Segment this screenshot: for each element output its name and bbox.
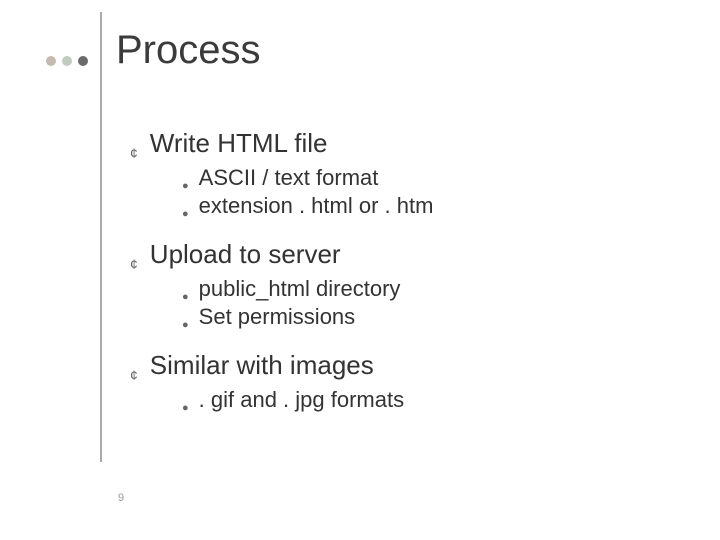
disc-bullet-icon: ● — [182, 209, 189, 220]
disc-bullet-icon: ● — [182, 320, 189, 331]
disc-bullet-icon: ● — [182, 181, 189, 192]
bullet-text: extension . html or . htm — [199, 193, 434, 219]
bullet-text: Similar with images — [150, 350, 374, 381]
dot-icon — [62, 56, 72, 66]
bullet-level1: ¢ Upload to server — [130, 239, 650, 270]
bullet-level2: ● Set permissions — [182, 304, 650, 330]
slide-title: Process — [116, 28, 261, 73]
bullet-group: ¢ Similar with images ● . gif and . jpg … — [130, 350, 650, 413]
bullet-level2: ● public_html directory — [182, 276, 650, 302]
ring-bullet-icon: ¢ — [130, 146, 138, 160]
dot-icon — [78, 56, 88, 66]
ring-bullet-icon: ¢ — [130, 368, 138, 382]
disc-bullet-icon: ● — [182, 403, 189, 414]
bullet-text: public_html directory — [199, 276, 401, 302]
vertical-divider — [100, 12, 102, 462]
bullet-level2: ● ASCII / text format — [182, 165, 650, 191]
bullet-group: ¢ Write HTML file ● ASCII / text format … — [130, 128, 650, 219]
dot-icon — [46, 56, 56, 66]
ring-bullet-icon: ¢ — [130, 257, 138, 271]
bullet-level1: ¢ Similar with images — [130, 350, 650, 381]
slide-content: ¢ Write HTML file ● ASCII / text format … — [130, 128, 650, 433]
bullet-text: . gif and . jpg formats — [199, 387, 404, 413]
bullet-group: ¢ Upload to server ● public_html directo… — [130, 239, 650, 330]
decorative-dots — [46, 56, 88, 66]
bullet-text: Write HTML file — [150, 128, 328, 159]
bullet-text: Set permissions — [199, 304, 356, 330]
bullet-level2: ● extension . html or . htm — [182, 193, 650, 219]
bullet-level2: ● . gif and . jpg formats — [182, 387, 650, 413]
bullet-text: ASCII / text format — [199, 165, 379, 191]
bullet-text: Upload to server — [150, 239, 341, 270]
disc-bullet-icon: ● — [182, 292, 189, 303]
page-number: 9 — [118, 492, 124, 504]
slide: Process ¢ Write HTML file ● ASCII / text… — [0, 0, 720, 540]
bullet-level1: ¢ Write HTML file — [130, 128, 650, 159]
